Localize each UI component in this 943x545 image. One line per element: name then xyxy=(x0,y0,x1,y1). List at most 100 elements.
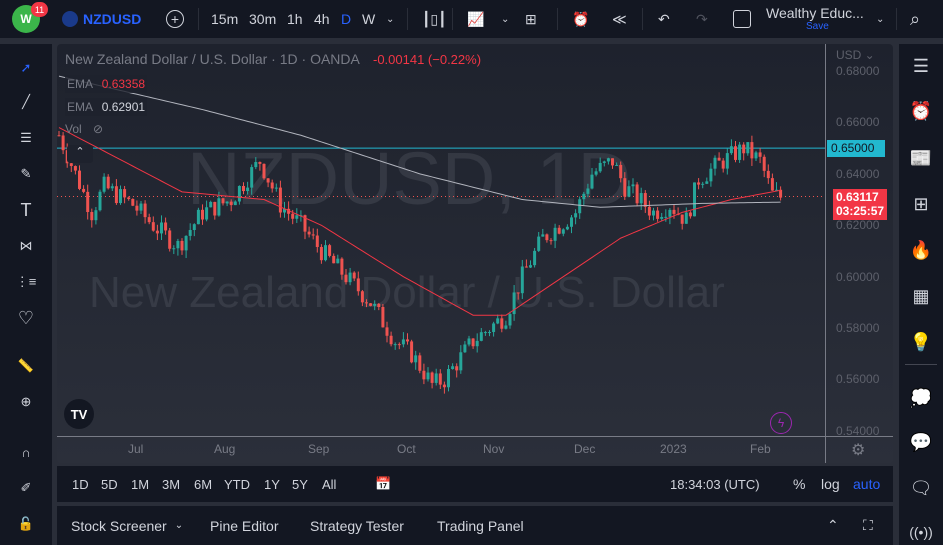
goto-date-icon[interactable]: 📅 xyxy=(375,466,391,502)
chat-cloud-icon[interactable]: 💭 xyxy=(907,386,935,410)
candle-body xyxy=(746,142,750,154)
percent-toggle[interactable]: % xyxy=(793,466,805,502)
layout-grid-icon[interactable]: ⊞ xyxy=(525,0,537,38)
help-icon[interactable]: ((•)) xyxy=(907,520,935,544)
price-axis-label: 0.68000 xyxy=(836,64,880,78)
symbol-search[interactable]: NZDUSD xyxy=(62,0,141,38)
range-3m[interactable]: 3M xyxy=(162,466,180,502)
alert-icon[interactable]: ⏰ xyxy=(572,0,589,38)
chevron-down-icon[interactable]: ⌄ xyxy=(501,0,509,38)
candle-body xyxy=(209,201,213,208)
fullscreen-box-icon[interactable] xyxy=(733,0,751,38)
interval-30m[interactable]: 30m xyxy=(249,0,276,38)
zoom-in-icon[interactable]: ⊕ xyxy=(14,390,38,414)
candle-body xyxy=(131,198,135,206)
tradingview-logo[interactable]: TV xyxy=(64,399,94,429)
candle-body xyxy=(664,216,668,218)
replay-icon[interactable]: ≪ xyxy=(612,0,627,38)
range-5d[interactable]: 5D xyxy=(101,466,118,502)
news-icon[interactable]: 📰 xyxy=(907,146,935,170)
candle-body xyxy=(643,193,647,207)
candle-body xyxy=(418,355,422,371)
candle-body xyxy=(422,370,426,380)
time-axis-label: Oct xyxy=(397,442,416,456)
candle-body xyxy=(164,222,168,231)
chart-pane[interactable]: NZDUSD, 1D New Zealand Dollar / U.S. Dol… xyxy=(57,44,893,463)
candle-body xyxy=(123,189,127,198)
lock-icon[interactable]: 🔓 xyxy=(14,512,38,536)
text-icon[interactable]: T xyxy=(14,198,38,222)
range-5y[interactable]: 5Y xyxy=(292,466,308,502)
interval-D[interactable]: D xyxy=(341,0,351,38)
hotlist-fire-icon[interactable]: 🔥 xyxy=(907,238,935,262)
price-plot[interactable] xyxy=(57,44,825,436)
ideas-lightbulb-icon[interactable]: 💡 xyxy=(907,330,935,354)
messages-icon[interactable]: 🗨 xyxy=(907,476,935,500)
range-6m[interactable]: 6M xyxy=(194,466,212,502)
log-toggle[interactable]: log xyxy=(821,466,840,502)
ema-slow-legend[interactable]: EMA 0.62901 xyxy=(65,98,148,116)
search-icon[interactable]: ⌕ xyxy=(910,0,920,38)
compare-add-icon[interactable]: + xyxy=(164,0,186,38)
price-axis-label: 0.62000 xyxy=(836,218,880,233)
alarm-clock-icon[interactable]: ⏰ xyxy=(907,99,935,123)
range-all[interactable]: All xyxy=(322,466,336,502)
chats-icon[interactable]: 💬 xyxy=(907,430,935,454)
heart-icon[interactable]: ♡ xyxy=(14,306,38,330)
magnet-icon[interactable]: ∩ xyxy=(14,440,38,464)
lock-drawings-icon[interactable]: ✐ xyxy=(14,476,38,500)
currency-selector[interactable]: USD ⌄ xyxy=(836,48,875,62)
settings-gear-icon[interactable]: ⚙ xyxy=(851,440,865,460)
time-axis-divider xyxy=(57,436,893,437)
pattern-icon[interactable]: ⋈ xyxy=(14,234,38,258)
ema-fast-legend[interactable]: EMA 0.63358 xyxy=(65,75,148,93)
candle-body xyxy=(348,272,352,283)
calendar-icon[interactable]: ▦ xyxy=(907,284,935,308)
chevron-down-icon[interactable]: ⌄ xyxy=(876,0,884,38)
cursor-icon[interactable]: ➚ xyxy=(14,56,38,80)
candle-body xyxy=(258,162,262,164)
maximize-panel-icon[interactable]: ⛶ xyxy=(863,506,873,545)
prediction-icon[interactable]: ⋮≡ xyxy=(14,270,38,294)
range-1d[interactable]: 1D xyxy=(72,466,89,502)
candle-body xyxy=(270,182,274,189)
ruler-icon[interactable]: 📏 xyxy=(14,354,38,378)
range-1m[interactable]: 1M xyxy=(131,466,149,502)
candles-icon[interactable]: ┃▯┃ xyxy=(422,0,447,38)
indicators-icon[interactable]: 📈 xyxy=(467,0,484,38)
candle-body xyxy=(459,352,463,371)
brush-icon[interactable]: ✎ xyxy=(14,162,38,186)
utc-clock[interactable]: 18:34:03 (UTC) xyxy=(670,466,760,502)
time-axis-label: Feb xyxy=(750,442,771,456)
eye-hidden-icon[interactable]: ⊘ xyxy=(93,122,103,136)
interval-4h[interactable]: 4h xyxy=(314,0,330,38)
interval-15m[interactable]: 15m xyxy=(211,0,238,38)
watchlist-icon[interactable]: ☰ xyxy=(907,54,935,78)
add-watchlist-icon[interactable]: ⊞ xyxy=(907,192,935,216)
collapse-legend-icon[interactable]: ⌃ xyxy=(67,145,93,163)
interval-1h[interactable]: 1h xyxy=(287,0,303,38)
layout-name[interactable]: Wealthy Educ... Save xyxy=(766,0,864,38)
candle-body xyxy=(389,335,393,345)
lightning-icon[interactable]: ϟ xyxy=(770,412,792,434)
candle-body xyxy=(631,184,635,187)
fib-icon[interactable]: ☰ xyxy=(14,126,38,150)
candle-body xyxy=(660,216,664,219)
range-ytd[interactable]: YTD xyxy=(224,466,250,502)
candle-body xyxy=(533,250,537,266)
vol-legend[interactable]: Vol ⊘ xyxy=(65,122,103,136)
collapse-panel-icon[interactable]: ⌃ xyxy=(827,506,839,545)
auto-toggle[interactable]: auto xyxy=(853,466,880,502)
chevron-down-icon[interactable]: ⌄ xyxy=(386,0,394,38)
tab-stock-screener[interactable]: Stock Screener ⌄ xyxy=(71,506,183,545)
undo-icon[interactable]: ↶ xyxy=(658,0,670,38)
range-1y[interactable]: 1Y xyxy=(264,466,280,502)
trendline-icon[interactable]: ╱ xyxy=(14,90,38,114)
tab-strategy-tester[interactable]: Strategy Tester xyxy=(310,506,404,545)
candle-body xyxy=(242,185,245,192)
candle-body xyxy=(254,162,258,168)
redo-icon[interactable]: ↷ xyxy=(696,0,708,38)
interval-W[interactable]: W xyxy=(362,0,375,38)
tab-trading-panel[interactable]: Trading Panel xyxy=(437,506,524,545)
tab-pine-editor[interactable]: Pine Editor xyxy=(210,506,278,545)
